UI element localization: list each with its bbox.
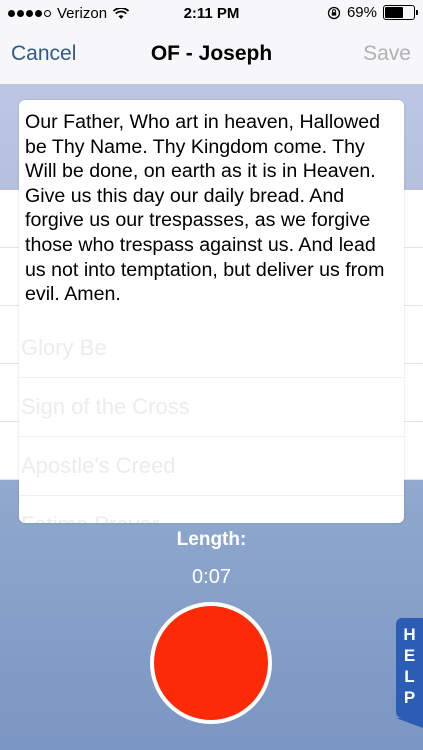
prayer-card: Glory Be Sign of the Cross Apostle's Cre… bbox=[19, 100, 404, 523]
help-letter: H bbox=[403, 625, 416, 644]
status-bar: Verizon 2:11 PM 69% bbox=[0, 0, 423, 28]
help-letter: L bbox=[404, 667, 415, 686]
rotation-lock-icon bbox=[327, 6, 341, 19]
prayer-text[interactable]: Our Father, Who art in heaven, Hallowed … bbox=[25, 110, 397, 307]
list-item-fatima-prayer: Fatima Prayer bbox=[19, 496, 404, 523]
nav-bar: Cancel OF - Joseph Save bbox=[0, 28, 423, 85]
help-tab[interactable]: H E L P bbox=[396, 618, 423, 728]
faded-prayer-list: Glory Be Sign of the Cross Apostle's Cre… bbox=[19, 319, 404, 523]
help-letter: P bbox=[403, 688, 416, 707]
record-icon bbox=[154, 606, 268, 720]
length-value: 0:07 bbox=[192, 566, 231, 588]
list-item-sign-of-cross: Sign of the Cross bbox=[19, 378, 404, 437]
battery-icon bbox=[383, 5, 418, 20]
cancel-button[interactable]: Cancel bbox=[11, 42, 76, 66]
record-button[interactable] bbox=[150, 602, 272, 724]
save-button[interactable]: Save bbox=[363, 42, 411, 66]
help-letter: E bbox=[403, 646, 416, 665]
list-item-apostles-creed: Apostle's Creed bbox=[19, 437, 404, 496]
list-item-glory-be: Glory Be bbox=[19, 319, 404, 378]
battery-level bbox=[385, 7, 403, 18]
help-label: H E L P bbox=[396, 624, 423, 708]
battery-percent: 69% bbox=[346, 4, 377, 21]
status-right: 69% bbox=[327, 4, 418, 21]
length-label: Length: bbox=[176, 529, 247, 550]
